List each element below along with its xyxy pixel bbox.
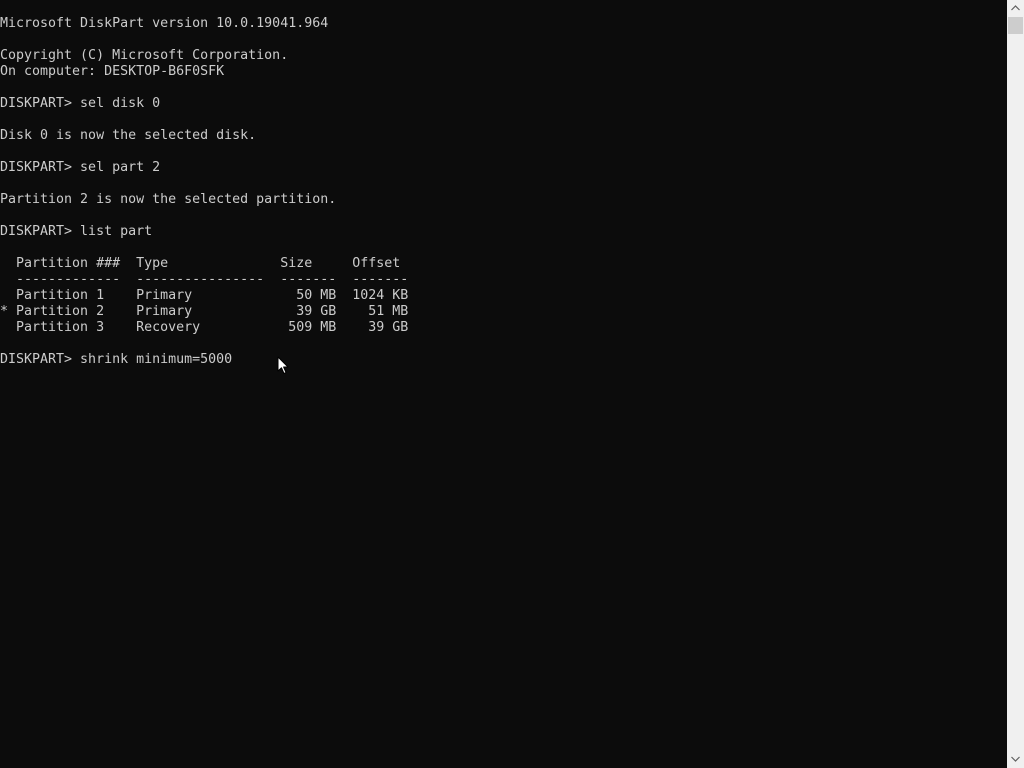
scroll-up-button[interactable]: [1007, 0, 1024, 17]
copyright-line: Copyright (C) Microsoft Corporation.: [0, 48, 289, 63]
mouse-pointer-icon: [277, 356, 289, 374]
partition-table-header: Partition ### Type Size Offset: [0, 256, 401, 271]
command-input-line[interactable]: DISKPART> shrink minimum=5000: [0, 352, 408, 368]
response-partition-selected: Partition 2 is now the selected partitio…: [0, 192, 337, 207]
console-window[interactable]: Microsoft DiskPart version 10.0.19041.96…: [0, 0, 1007, 768]
command-sel-disk: DISKPART> sel disk 0: [0, 96, 161, 111]
diskpart-version-line: Microsoft DiskPart version 10.0.19041.96…: [0, 16, 329, 31]
partition-table-separator: ------------- ---------------- ------- -…: [0, 272, 409, 287]
partition-table-row: * Partition 2 Primary 39 GB 51 MB: [0, 304, 409, 319]
scrollbar-thumb[interactable]: [1008, 17, 1023, 34]
partition-table-row: Partition 3 Recovery 509 MB 39 GB: [0, 320, 409, 335]
response-disk-selected: Disk 0 is now the selected disk.: [0, 128, 257, 143]
console-output: Microsoft DiskPart version 10.0.19041.96…: [0, 16, 408, 368]
command-list-part: DISKPART> list part: [0, 224, 153, 239]
partition-table-row: Partition 1 Primary 50 MB 1024 KB: [0, 288, 409, 303]
command-sel-part: DISKPART> sel part 2: [0, 160, 161, 175]
scroll-down-button[interactable]: [1007, 751, 1024, 768]
scroll-up-arrow-icon: [1011, 5, 1020, 11]
vertical-scrollbar[interactable]: [1007, 0, 1024, 768]
computer-name-line: On computer: DESKTOP-B6F0SFK: [0, 64, 225, 79]
scroll-down-arrow-icon: [1011, 756, 1020, 762]
